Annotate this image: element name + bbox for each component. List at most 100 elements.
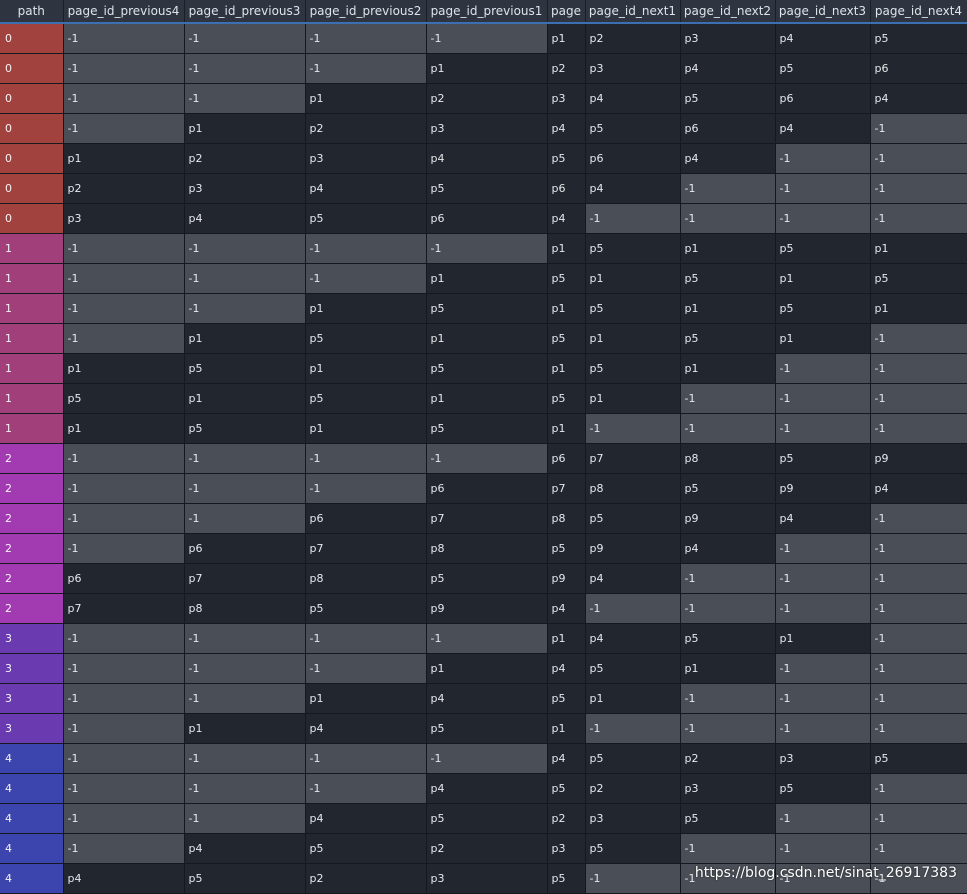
table-row[interactable]: 3 -1 -1 -1 p1 p4 p5 p1 -1 -1 [0,653,967,684]
table-cell[interactable]: -1 [870,623,967,654]
table-row[interactable]: 2 p7 p8 p5 p9 p4 -1 -1 -1 -1 [0,593,967,624]
table-cell[interactable]: p6 [547,173,586,204]
table-cell[interactable]: -1 [585,713,681,744]
table-cell[interactable]: -1 [184,503,306,534]
table-row[interactable]: 0 p2 p3 p4 p5 p6 p4 -1 -1 -1 [0,173,967,204]
table-cell[interactable]: p6 [184,533,306,564]
table-cell[interactable]: p5 [305,203,427,234]
path-cell[interactable]: 2 [0,503,64,534]
table-cell[interactable]: p4 [547,203,586,234]
table-cell[interactable]: p5 [184,863,306,894]
table-cell[interactable]: p1 [547,23,586,54]
path-cell[interactable]: 0 [0,143,64,174]
table-cell[interactable]: p5 [547,863,586,894]
table-row[interactable]: 2 -1 -1 p6 p7 p8 p5 p9 p4 -1 [0,503,967,534]
table-cell[interactable]: p9 [426,593,548,624]
table-cell[interactable]: p8 [680,443,776,474]
table-cell[interactable]: p4 [305,803,427,834]
path-cell[interactable]: 0 [0,23,64,54]
table-cell[interactable]: -1 [63,323,185,354]
table-cell[interactable]: -1 [63,773,185,804]
table-cell[interactable]: p5 [775,53,871,84]
table-cell[interactable]: p6 [585,143,681,174]
table-cell[interactable]: p4 [775,113,871,144]
table-row[interactable]: 1 p1 p5 p1 p5 p1 -1 -1 -1 -1 [0,413,967,444]
table-cell[interactable]: -1 [305,653,427,684]
table-cell[interactable]: -1 [775,683,871,714]
table-cell[interactable]: -1 [870,833,967,864]
column-header-page-id-next1[interactable]: page_id_next1 [585,0,681,24]
table-cell[interactable]: p2 [305,113,427,144]
table-cell[interactable]: -1 [680,203,776,234]
table-cell[interactable]: -1 [184,773,306,804]
column-header-page-id-next2[interactable]: page_id_next2 [680,0,776,24]
table-cell[interactable]: p5 [585,293,681,324]
table-cell[interactable]: p4 [547,593,586,624]
table-cell[interactable]: -1 [305,23,427,54]
table-cell[interactable]: p5 [870,263,967,294]
table-cell[interactable]: p3 [680,773,776,804]
table-cell[interactable]: p6 [775,83,871,114]
table-cell[interactable]: p7 [305,533,427,564]
table-cell[interactable]: -1 [184,443,306,474]
table-cell[interactable]: p7 [547,473,586,504]
table-cell[interactable]: -1 [680,383,776,414]
path-cell[interactable]: 0 [0,173,64,204]
table-cell[interactable]: p1 [775,263,871,294]
table-cell[interactable]: -1 [184,233,306,264]
table-row[interactable]: 4 -1 -1 -1 p4 p5 p2 p3 p5 -1 [0,773,967,804]
table-cell[interactable]: p5 [426,353,548,384]
table-cell[interactable]: -1 [870,653,967,684]
table-cell[interactable]: p4 [305,173,427,204]
table-cell[interactable]: -1 [775,413,871,444]
table-cell[interactable]: p2 [585,23,681,54]
table-cell[interactable]: p5 [585,233,681,264]
table-cell[interactable]: p8 [305,563,427,594]
path-cell[interactable]: 0 [0,203,64,234]
table-cell[interactable]: -1 [63,83,185,114]
table-cell[interactable]: p5 [547,683,586,714]
table-cell[interactable]: -1 [870,173,967,204]
path-cell[interactable]: 2 [0,443,64,474]
table-row[interactable]: 4 p4 p5 p2 p3 p5 -1 -1 -1 -1 [0,863,967,894]
table-cell[interactable]: -1 [184,473,306,504]
table-cell[interactable]: p1 [547,353,586,384]
table-cell[interactable]: -1 [870,383,967,414]
path-cell[interactable]: 0 [0,83,64,114]
table-cell[interactable]: p5 [870,23,967,54]
table-cell[interactable]: -1 [305,773,427,804]
table-cell[interactable]: p1 [585,383,681,414]
path-cell[interactable]: 2 [0,563,64,594]
table-cell[interactable]: -1 [775,173,871,204]
table-cell[interactable]: p6 [426,203,548,234]
table-cell[interactable]: p4 [680,53,776,84]
table-cell[interactable]: -1 [426,623,548,654]
table-cell[interactable]: p5 [585,653,681,684]
table-cell[interactable]: p1 [426,53,548,84]
table-cell[interactable]: -1 [63,623,185,654]
table-cell[interactable]: -1 [184,53,306,84]
table-cell[interactable]: p5 [305,323,427,354]
table-cell[interactable]: -1 [585,203,681,234]
table-cell[interactable]: -1 [184,743,306,774]
table-cell[interactable]: p1 [305,293,427,324]
table-cell[interactable]: -1 [680,683,776,714]
table-cell[interactable]: p4 [426,683,548,714]
column-header-page-id-next4[interactable]: page_id_next4 [870,0,967,24]
table-cell[interactable]: p4 [305,713,427,744]
table-row[interactable]: 4 -1 -1 -1 -1 p4 p5 p2 p3 p5 [0,743,967,774]
table-cell[interactable]: p5 [426,803,548,834]
table-cell[interactable]: p3 [426,113,548,144]
table-cell[interactable]: -1 [426,23,548,54]
table-cell[interactable]: p5 [585,743,681,774]
table-cell[interactable]: p1 [680,653,776,684]
table-cell[interactable]: p5 [775,293,871,324]
table-cell[interactable]: p9 [680,503,776,534]
table-cell[interactable]: -1 [585,863,681,894]
table-cell[interactable]: p4 [775,23,871,54]
table-cell[interactable]: -1 [870,203,967,234]
table-cell[interactable]: p6 [305,503,427,534]
table-row[interactable]: 1 -1 -1 -1 -1 p1 p5 p1 p5 p1 [0,233,967,264]
table-cell[interactable]: -1 [63,293,185,324]
table-cell[interactable]: p8 [585,473,681,504]
